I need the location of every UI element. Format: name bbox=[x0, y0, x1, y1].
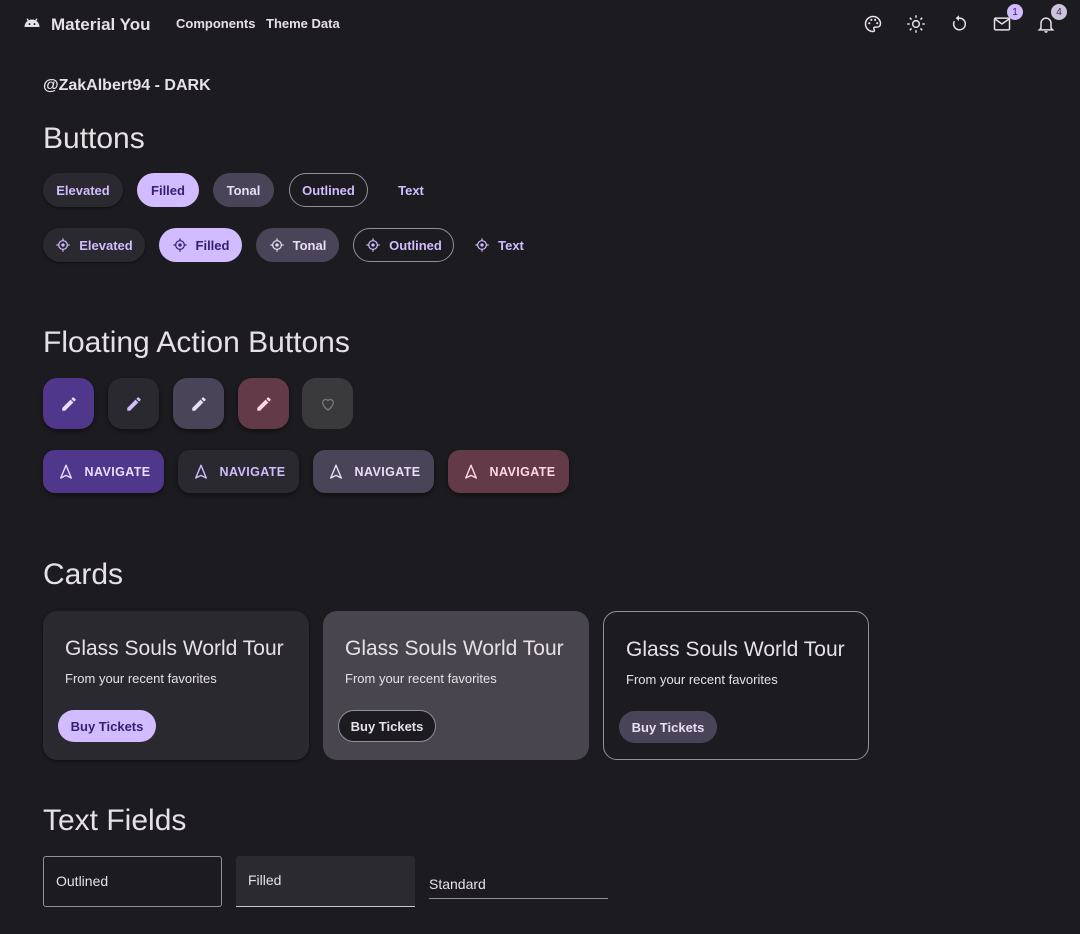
android-icon bbox=[22, 12, 42, 37]
section-title-text-fields: Text Fields bbox=[43, 804, 187, 837]
outlined-button[interactable]: Outlined bbox=[289, 173, 368, 207]
edit-icon bbox=[191, 396, 206, 411]
extended-fab-tertiary[interactable]: NAVIGATE bbox=[448, 450, 569, 493]
fab-label: NAVIGATE bbox=[354, 464, 421, 479]
fab-primary[interactable] bbox=[43, 378, 94, 429]
buy-tickets-button[interactable]: Buy Tickets bbox=[58, 710, 156, 742]
field-label: Outlined bbox=[56, 873, 109, 889]
fab-label: NAVIGATE bbox=[84, 464, 151, 479]
gps-fixed-icon bbox=[269, 238, 284, 252]
button-label: Text bbox=[498, 237, 524, 253]
nav-components[interactable]: Components bbox=[176, 16, 255, 31]
brightness-icon[interactable] bbox=[904, 12, 928, 36]
button-label: Filled bbox=[195, 237, 230, 253]
card-subtitle: From your recent favorites bbox=[345, 671, 497, 686]
card-subtitle: From your recent favorites bbox=[65, 671, 217, 686]
elevated-card: Glass Souls World Tour From your recent … bbox=[43, 611, 309, 760]
section-title-fabs: Floating Action Buttons bbox=[43, 326, 350, 359]
tonal-icon-button[interactable]: Tonal bbox=[256, 228, 339, 262]
card-subtitle: From your recent favorites bbox=[626, 672, 778, 687]
mail-icon[interactable]: 1 bbox=[990, 4, 1023, 36]
tonal-button[interactable]: Tonal bbox=[213, 173, 274, 207]
outlined-icon-button[interactable]: Outlined bbox=[353, 228, 454, 262]
top-app-bar: Material You Components Theme Data 1 4 bbox=[0, 0, 1080, 48]
card-title: Glass Souls World Tour bbox=[345, 637, 564, 660]
extended-fab-primary[interactable]: NAVIGATE bbox=[43, 450, 164, 493]
elevated-icon-button[interactable]: Elevated bbox=[43, 228, 145, 262]
section-title-buttons: Buttons bbox=[43, 122, 145, 155]
edit-icon bbox=[126, 396, 141, 411]
text-button[interactable]: Text bbox=[383, 173, 439, 207]
button-label: Tonal bbox=[292, 237, 327, 253]
gps-fixed-icon bbox=[172, 238, 187, 252]
fab-tertiary[interactable] bbox=[238, 378, 289, 429]
extended-fab-secondary[interactable]: NAVIGATE bbox=[313, 450, 434, 493]
edit-icon bbox=[61, 396, 76, 411]
buy-tickets-button[interactable]: Buy Tickets bbox=[619, 711, 717, 743]
button-label: Elevated bbox=[79, 237, 133, 253]
filled-text-field[interactable]: Filled bbox=[236, 856, 415, 907]
navigation-icon bbox=[329, 464, 342, 479]
fab-label: NAVIGATE bbox=[489, 464, 556, 479]
text-icon-button[interactable]: Text bbox=[464, 228, 534, 262]
brand[interactable]: Material You bbox=[22, 12, 151, 37]
fab-label: NAVIGATE bbox=[219, 464, 286, 479]
outlined-text-field[interactable]: Outlined bbox=[43, 856, 222, 907]
section-title-cards: Cards bbox=[43, 558, 124, 591]
fab-secondary[interactable] bbox=[173, 378, 224, 429]
extended-fab-surface[interactable]: NAVIGATE bbox=[178, 450, 299, 493]
buy-tickets-button[interactable]: Buy Tickets bbox=[338, 710, 436, 742]
standard-text-field[interactable]: Standard bbox=[429, 856, 608, 899]
gps-fixed-icon bbox=[475, 238, 489, 252]
gps-fixed-icon bbox=[366, 238, 380, 252]
fab-disabled[interactable] bbox=[302, 378, 353, 429]
outlined-card: Glass Souls World Tour From your recent … bbox=[603, 611, 869, 760]
elevated-button[interactable]: Elevated bbox=[43, 173, 123, 207]
notifications-badge: 4 bbox=[1051, 4, 1067, 20]
nav-theme-data[interactable]: Theme Data bbox=[266, 16, 340, 31]
filled-button[interactable]: Filled bbox=[137, 173, 199, 207]
button-label: Outlined bbox=[389, 237, 442, 253]
edit-icon bbox=[256, 396, 271, 411]
navigation-icon bbox=[194, 464, 207, 479]
notifications-icon[interactable]: 4 bbox=[1034, 4, 1067, 36]
palette-icon[interactable] bbox=[861, 12, 885, 36]
field-label: Standard bbox=[429, 876, 486, 892]
card-title: Glass Souls World Tour bbox=[65, 637, 284, 660]
filled-card: Glass Souls World Tour From your recent … bbox=[323, 611, 589, 760]
filled-icon-button[interactable]: Filled bbox=[159, 228, 242, 262]
navigation-icon bbox=[464, 464, 477, 479]
card-title: Glass Souls World Tour bbox=[626, 638, 845, 661]
user-theme-label: @ZakAlbert94 - DARK bbox=[43, 77, 211, 94]
favorite-border-icon bbox=[321, 398, 334, 411]
refresh-icon[interactable] bbox=[947, 12, 971, 36]
app-title: Material You bbox=[51, 14, 151, 34]
mail-badge: 1 bbox=[1007, 4, 1023, 20]
gps-fixed-icon bbox=[56, 238, 70, 252]
field-label: Filled bbox=[248, 872, 282, 888]
fab-surface[interactable] bbox=[108, 378, 159, 429]
navigation-icon bbox=[59, 464, 72, 479]
